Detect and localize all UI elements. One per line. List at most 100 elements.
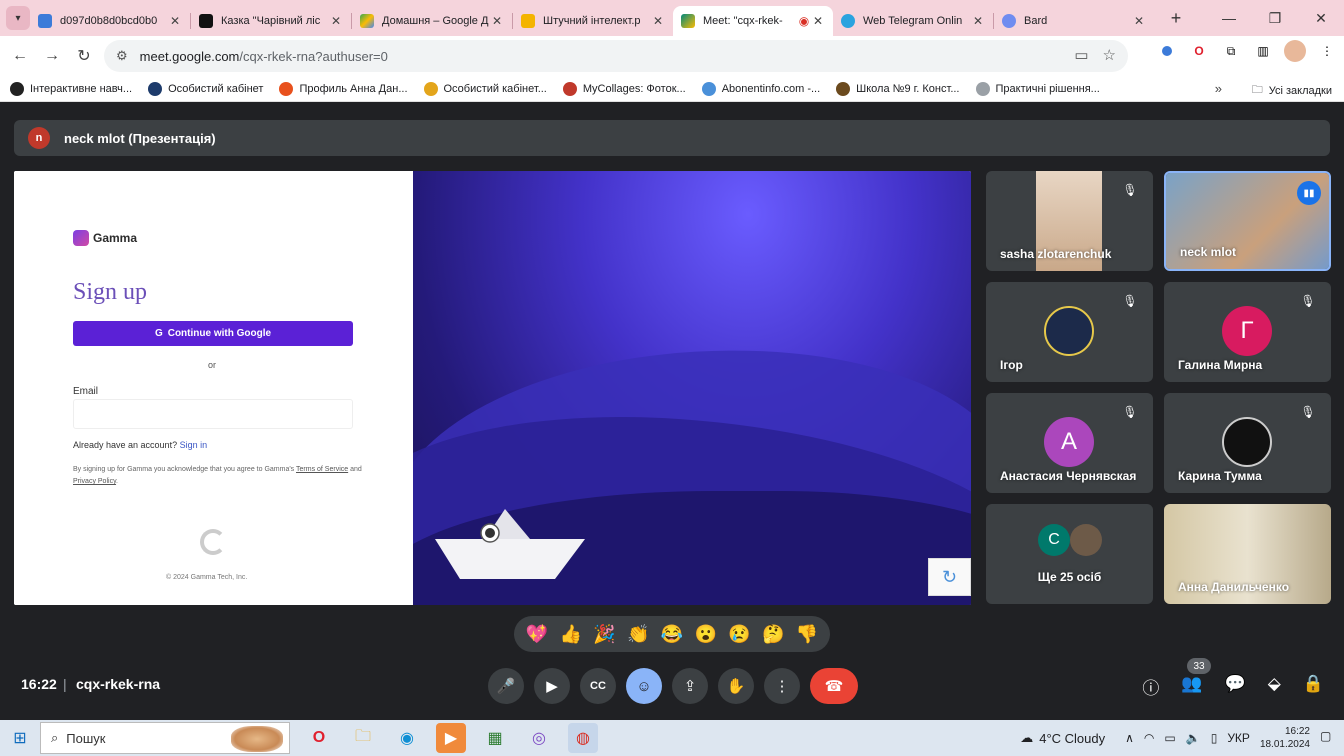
chrome-icon[interactable]: ◍ — [568, 723, 598, 753]
close-icon[interactable]: ✕ — [490, 14, 504, 28]
extension-dot-icon[interactable] — [1156, 40, 1178, 62]
close-icon[interactable]: ✕ — [651, 14, 665, 28]
activities-icon[interactable]: ⬙ — [1268, 674, 1281, 699]
bookmark-4[interactable]: MyCollages: Фоток... — [562, 81, 686, 96]
profile-avatar[interactable] — [1284, 40, 1306, 62]
participant-tile[interactable]: 🎙 Карина Тумма — [1164, 393, 1331, 493]
viber-icon[interactable]: ◎ — [524, 723, 554, 753]
bookmark-star-icon[interactable]: ☆ — [1103, 46, 1116, 64]
chat-icon[interactable]: 💬 — [1225, 674, 1246, 699]
continue-with-google-button[interactable]: G Continue with Google — [73, 321, 353, 346]
participant-tile[interactable]: 🎙 sasha zlotarenchuk — [986, 171, 1153, 271]
tab-4[interactable]: Meet: "cqx-rkek- ◉ ✕ — [673, 6, 833, 36]
thumbs-up-reaction-icon[interactable]: 👍 — [559, 624, 581, 645]
sign-in-link[interactable]: Sign in — [180, 440, 208, 450]
extensions-puzzle-icon[interactable]: ⧉ — [1220, 40, 1242, 62]
close-icon[interactable]: ✕ — [1132, 14, 1146, 28]
taskbar-search[interactable]: ⌕ Пошук — [40, 722, 290, 754]
info-icon[interactable]: ⓘ — [1142, 674, 1159, 699]
wifi-icon[interactable]: ◠ — [1144, 731, 1154, 745]
tab-2[interactable]: Домашня – Google Д ✕ — [352, 6, 512, 36]
language-indicator[interactable]: УКР — [1227, 731, 1250, 745]
opera-icon[interactable]: O — [1188, 40, 1210, 62]
new-tab-button[interactable]: + — [1164, 8, 1188, 29]
shared-screen[interactable]: Gamma Sign up G Continue with Google or E… — [14, 171, 971, 605]
tab-6[interactable]: Bard ✕ — [994, 6, 1154, 36]
speaker-icon[interactable]: 🔈 — [1186, 731, 1201, 745]
chevron-right-icon[interactable]: » — [1215, 81, 1222, 96]
site-info-icon[interactable]: ⚙ — [116, 48, 128, 64]
heart-reaction-icon[interactable]: 💖 — [526, 624, 548, 645]
clap-reaction-icon[interactable]: 👏 — [627, 624, 649, 645]
app-orange-icon[interactable]: ▶ — [436, 723, 466, 753]
terms-link[interactable]: Terms of Service — [296, 466, 348, 473]
browser-toolbar: ← → ↻ ⚙ meet.google.com/cqx-rkek-rna?aut… — [0, 36, 1344, 76]
weather-widget[interactable]: ☁ 4°C Cloudy — [1020, 730, 1105, 746]
system-clock[interactable]: 16:22 18.01.2024 — [1260, 725, 1310, 751]
tab-search-button[interactable]: ▾ — [6, 6, 30, 30]
network-icon[interactable]: ▯ — [1211, 731, 1218, 745]
tab-1[interactable]: Казка "Чарівний ліс ✕ — [191, 6, 351, 36]
reload-icon[interactable]: ↻ — [68, 40, 100, 72]
side-controls: ⓘ 👥 💬 ⬙ 🔒 — [1142, 674, 1324, 699]
bookmark-label: MyCollages: Фоток... — [582, 82, 686, 95]
party-reaction-icon[interactable]: 🎉 — [593, 624, 615, 645]
close-icon[interactable]: ✕ — [168, 14, 182, 28]
surprised-reaction-icon[interactable]: 😮 — [695, 624, 717, 645]
participant-tile[interactable]: 🎙 Ігор — [986, 282, 1153, 382]
opera-icon[interactable]: O — [304, 723, 334, 753]
sad-reaction-icon[interactable]: 😢 — [728, 624, 750, 645]
bookmark-0[interactable]: Інтерактивне навч... — [10, 81, 132, 96]
microphone-button[interactable]: 🎤 — [488, 668, 524, 704]
captions-button[interactable]: CC — [580, 668, 616, 704]
people-icon[interactable]: 👥 — [1181, 674, 1202, 699]
all-bookmarks[interactable]: 🗀 Усі закладки — [1252, 81, 1332, 100]
reactions-button[interactable]: ☺ — [626, 668, 662, 704]
app-flag-icon[interactable]: ▦ — [480, 723, 510, 753]
email-field[interactable] — [73, 399, 353, 429]
bookmark-5[interactable]: Abonentinfo.com -... — [701, 81, 820, 96]
participant-tile[interactable]: А 🎙 Анастасия Чернявская — [986, 393, 1153, 493]
close-icon[interactable]: ✕ — [329, 14, 343, 28]
maximize-icon[interactable]: ❐ — [1252, 0, 1298, 36]
minimize-icon[interactable]: — — [1206, 0, 1252, 36]
laugh-reaction-icon[interactable]: 😂 — [661, 624, 683, 645]
mic-off-icon: 🎙 — [1300, 294, 1316, 308]
camera-button[interactable]: ▶ — [534, 668, 570, 704]
more-options-button[interactable]: ⋮ — [764, 668, 800, 704]
chevron-up-icon[interactable]: ∧ — [1125, 731, 1134, 745]
thinking-reaction-icon[interactable]: 🤔 — [762, 624, 784, 645]
close-icon[interactable]: ✕ — [971, 14, 985, 28]
more-participants-tile[interactable]: C Ще 25 осіб — [986, 504, 1153, 604]
raise-hand-button[interactable]: ✋ — [718, 668, 754, 704]
forward-icon[interactable]: → — [36, 40, 68, 72]
tab-3[interactable]: Штучний інтелект.р ✕ — [513, 6, 673, 36]
tab-5[interactable]: Web Telegram Onlin ✕ — [833, 6, 993, 36]
tab-0[interactable]: d097d0b8d0bcd0b0 ✕ — [30, 6, 190, 36]
participant-tile[interactable]: Анна Данильченко — [1164, 504, 1331, 604]
file-explorer-icon[interactable]: 🗀 — [348, 723, 378, 753]
back-icon[interactable]: ← — [4, 40, 36, 72]
edge-icon[interactable]: ◉ — [392, 723, 422, 753]
participant-tile[interactable]: ▮▮ neck mlot — [1164, 171, 1331, 271]
menu-kebab-icon[interactable]: ⋮ — [1316, 40, 1338, 62]
bookmark-2[interactable]: Профиль Анна Дан... — [279, 81, 408, 96]
battery-icon[interactable]: ▭ — [1164, 731, 1175, 745]
close-window-icon[interactable]: ✕ — [1298, 0, 1344, 36]
thumbs-down-reaction-icon[interactable]: 👎 — [796, 624, 818, 645]
camera-in-use-icon[interactable]: ▭ — [1074, 46, 1088, 64]
present-button[interactable]: ⇪ — [672, 668, 708, 704]
close-icon[interactable]: ✕ — [811, 14, 825, 28]
bookmark-1[interactable]: Особистий кабінет — [148, 81, 263, 96]
notification-icon[interactable]: ▢ — [1320, 729, 1338, 747]
host-controls-icon[interactable]: 🔒 — [1303, 674, 1324, 699]
address-bar[interactable]: ⚙ meet.google.com/cqx-rkek-rna?authuser=… — [104, 40, 1128, 72]
bookmark-6[interactable]: Школа №9 г. Конст... — [836, 81, 960, 96]
side-panel-icon[interactable]: ▥ — [1252, 40, 1274, 62]
bookmark-7[interactable]: Практичні рішення... — [975, 81, 1100, 96]
bookmark-3[interactable]: Особистий кабінет... — [423, 81, 547, 96]
leave-call-button[interactable]: ☎ — [810, 668, 858, 704]
privacy-link[interactable]: Privacy Policy — [73, 478, 116, 485]
participant-tile[interactable]: Г 🎙 Галина Мирна — [1164, 282, 1331, 382]
windows-start-icon[interactable]: ⊞ — [0, 720, 40, 756]
